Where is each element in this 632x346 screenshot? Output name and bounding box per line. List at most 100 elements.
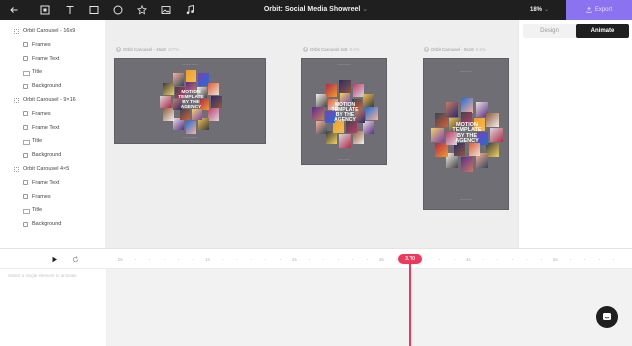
layer-item[interactable]: Frame Text [23,54,59,64]
zoom-value: 18% [530,7,543,13]
layer-item[interactable]: Frames [23,40,51,50]
frame-label-16x9[interactable]: Orbit Carousel - 16x9 107% [116,47,179,52]
frame-footer-text: — — — — [460,199,472,201]
layer-item[interactable]: Background [23,150,61,160]
export-icon [586,7,592,13]
layer-item[interactable]: Background [23,219,61,229]
grid-frame-icon [14,166,19,172]
loop-button[interactable] [70,254,80,264]
export-button[interactable]: Export [566,0,632,20]
layer-item[interactable]: Background [23,81,61,91]
timeline-track-area[interactable] [106,269,632,346]
timeline-tracks: Select a single element to animate [0,269,632,346]
ruler-tick [395,259,397,260]
play-frame-icon[interactable] [303,47,308,52]
photo-tile [339,134,351,148]
tab-design[interactable]: Design [523,24,576,38]
frame-name: Orbit Carousel 4x5 [310,47,348,52]
star-tool-icon[interactable] [136,4,148,16]
layer-label: Background [32,221,62,228]
image-tool-icon[interactable] [160,4,172,16]
play-button[interactable] [49,254,59,264]
ruler-tick-label: 2s [292,257,297,262]
photo-tile [366,107,378,121]
ruler-tick [236,259,237,260]
ruler-tick-label: 3s [379,257,384,262]
layer-label: Orbit Carousel - 16x9 [23,28,76,34]
playhead[interactable] [409,258,411,346]
ruler-tick [613,259,614,260]
ruler-tick-label: 5s [553,257,558,262]
layer-group-item[interactable]: Orbit Carousel 4×5 [14,164,69,174]
zoom-select[interactable]: 18% ⌄ [530,0,549,20]
frame-header-text: — — — — — [182,63,198,66]
photo-tile [486,112,499,128]
photo-tile [468,143,480,156]
layer-group-item[interactable]: Orbit Carousel - 9×16 [14,95,76,105]
layer-label: Background [32,83,62,90]
ruler-tick [352,259,353,260]
document-title[interactable]: Orbit: Social Media Showreel [264,6,360,13]
frame-title-line: AGENCY [334,117,356,124]
layer-label: Frame Text [32,55,60,62]
layer-item[interactable]: Frames [23,192,51,202]
export-label: Export [594,7,613,13]
layer-item[interactable]: Frames [23,109,51,119]
ruler-tick [134,259,136,260]
photo-tile [431,127,444,143]
layers-panel: Orbit Carousel - 16x9 Frames Frame Text Tit… [0,20,106,248]
ruler-tick [540,259,542,260]
play-icon [52,256,57,262]
frame-percent: 9.5% [475,47,487,52]
text-tool-icon[interactable] [64,4,76,16]
ruler-tick [569,259,571,260]
layer-label: Title [32,69,43,76]
background-layer-icon [23,83,28,89]
music-tool-icon[interactable] [184,4,196,16]
layer-label: Orbit Carousel - 9×16 [23,97,76,103]
frame-title-text: MOTION TEMPLATE BY THE AGENCY [328,102,362,124]
frame-title-text: MOTION TEMPLATE BY THE AGENCY [175,91,207,110]
tab-animate[interactable]: Animate [576,24,629,38]
frame-label-9x16[interactable]: Orbit Carousel - 9x16 9.5% [424,47,486,52]
frame-percent: 9.5% [349,47,360,52]
frame-footer-text: — — — — — [182,137,198,139]
select-frame-icon[interactable] [39,4,51,16]
ruler-tick [323,259,324,260]
play-frame-icon[interactable] [116,47,121,52]
layer-item[interactable]: Title [23,136,42,146]
ruler-tick [308,259,310,260]
photo-tile [172,73,184,86]
photo-tile [185,121,197,134]
panel-tabs: Design Animate [523,24,629,38]
ruler-tick [424,259,426,260]
rectangle-tool-icon[interactable] [88,4,100,16]
canvas[interactable]: Orbit Carousel - 16x9 107% — — — — — MOT… [106,20,518,248]
help-chat-button[interactable] [596,306,618,328]
photo-collage: MOTION TEMPLATE BY THE AGENCY [311,79,379,148]
chevron-down-icon[interactable]: ⌄ [362,6,368,13]
frame-16x9[interactable]: — — — — — MOTION TEMPLATE BY THE AGENCY — —… [114,58,266,144]
play-frame-icon[interactable] [424,47,429,52]
photo-tile [445,102,459,117]
layer-item[interactable]: Frame Text [23,178,59,188]
loop-icon [72,255,78,262]
photo-tile [325,83,338,97]
circle-tool-icon[interactable] [112,4,124,16]
ruler-tick [279,259,281,260]
photo-tile [490,127,503,143]
ruler-tick [221,259,223,260]
layer-group-item[interactable]: Orbit Carousel - 16x9 [14,26,75,36]
layer-item[interactable]: Frame Text [23,123,59,133]
frame-4x5[interactable]: — — — — MOTION TEMPLATE BY THE AGENCY — — —… [301,58,387,165]
top-toolbar: Orbit: Social Media Showreel ⌄ 18% ⌄ Expor… [0,0,632,20]
layer-item[interactable]: Title [23,67,42,77]
back-arrow-icon[interactable] [8,4,20,16]
photo-collage: MOTION TEMPLATE BY THE AGENCY [159,69,223,134]
layer-label: Frames [32,41,51,48]
frame-label-4x5[interactable]: Orbit Carousel 4x5 9.5% [303,47,360,52]
frame-9x16[interactable]: — — — — MOTION TEMPLATE BY THE AGENCY — — —… [423,58,509,210]
frame-title-text: MOTION TEMPLATE BY THE AGENCY [449,122,486,145]
layer-item[interactable]: Title [23,205,42,215]
photo-tile [160,95,171,109]
